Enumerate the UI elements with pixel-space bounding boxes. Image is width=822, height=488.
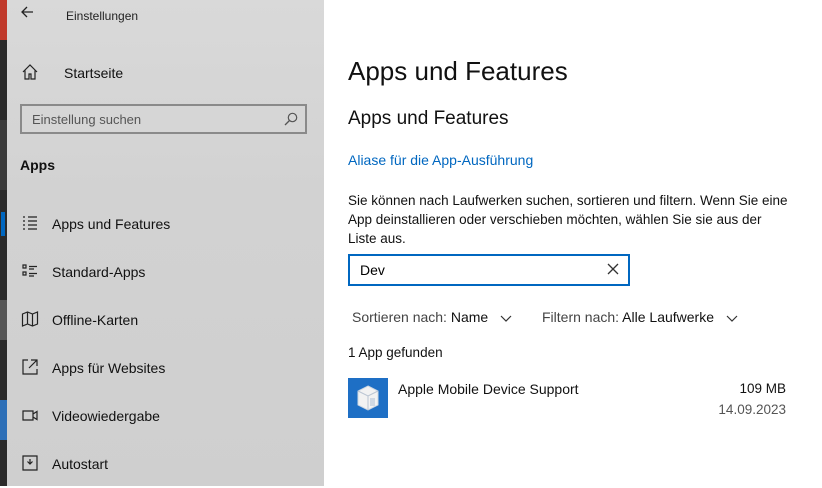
clear-icon[interactable]: [606, 262, 620, 276]
chevron-down-icon: [500, 310, 512, 326]
app-icon: [348, 378, 388, 418]
app-search-box[interactable]: [348, 254, 630, 286]
startup-icon: [21, 454, 39, 472]
search-icon[interactable]: [283, 111, 299, 127]
result-count: 1 App gefunden: [348, 345, 443, 360]
app-install-date: 14.09.2023: [718, 402, 786, 417]
settings-sidebar: Einstellungen Startseite Apps Apps und F…: [1, 0, 324, 488]
window-title: Einstellungen: [66, 9, 139, 23]
filter-label: Filtern nach:: [542, 309, 620, 325]
app-size: 109 MB: [739, 381, 786, 396]
main-content: Apps und Features Apps und Features Alia…: [324, 0, 822, 486]
list-icon: [21, 214, 39, 232]
app-search-input[interactable]: [350, 256, 610, 284]
sidebar-item-label: Apps für Websites: [52, 360, 166, 376]
sidebar-item-label: Videowiedergabe: [52, 408, 160, 424]
home-icon: [21, 63, 39, 81]
sidebar-item-label: Standard-Apps: [52, 264, 146, 280]
chevron-down-icon: [726, 310, 738, 326]
sidebar-item-label: Offline-Karten: [52, 312, 139, 328]
video-icon: [21, 406, 39, 424]
app-list-item[interactable]: Apple Mobile Device Support 109 MB 14.09…: [348, 376, 788, 424]
sort-label: Sortieren nach:: [352, 309, 447, 325]
page-title: Apps und Features: [348, 56, 568, 86]
title-bar: Einstellungen: [7, 0, 324, 32]
sidebar-item-default-apps[interactable]: Standard-Apps: [7, 248, 324, 296]
sidebar-item-video-playback[interactable]: Videowiedergabe: [7, 392, 324, 440]
settings-search-input[interactable]: [22, 106, 292, 132]
home-label: Startseite: [64, 65, 124, 81]
filter-dropdown[interactable]: Filtern nach: Alle Laufwerke: [542, 309, 738, 326]
sidebar-item-home[interactable]: Startseite: [19, 60, 309, 86]
default-apps-icon: [21, 262, 39, 280]
filter-value: Alle Laufwerke: [622, 309, 714, 325]
settings-search-box[interactable]: [20, 104, 307, 134]
active-indicator: [1, 212, 5, 236]
app-name: Apple Mobile Device Support: [398, 381, 579, 397]
sidebar-item-apps-features[interactable]: Apps und Features: [1, 200, 324, 248]
app-execution-aliases-link[interactable]: Aliase für die App-Ausführung: [348, 152, 533, 168]
description-text: Sie können nach Laufwerken suchen, sorti…: [348, 193, 788, 246]
open-in-app-icon: [21, 358, 39, 376]
back-arrow-icon[interactable]: [19, 4, 39, 26]
section-title: Apps und Features: [348, 108, 509, 129]
sidebar-item-label: Autostart: [52, 456, 109, 472]
sidebar-item-apps-for-websites[interactable]: Apps für Websites: [7, 344, 324, 392]
desktop-edge: [0, 0, 7, 486]
sidebar-item-startup[interactable]: Autostart: [7, 440, 324, 488]
sort-dropdown[interactable]: Sortieren nach: Name: [352, 309, 512, 326]
sidebar-section-title: Apps: [20, 157, 55, 173]
sidebar-item-label: Apps und Features: [52, 216, 171, 232]
map-icon: [21, 310, 39, 328]
sidebar-item-offline-maps[interactable]: Offline-Karten: [7, 296, 324, 344]
sort-value: Name: [450, 309, 489, 325]
